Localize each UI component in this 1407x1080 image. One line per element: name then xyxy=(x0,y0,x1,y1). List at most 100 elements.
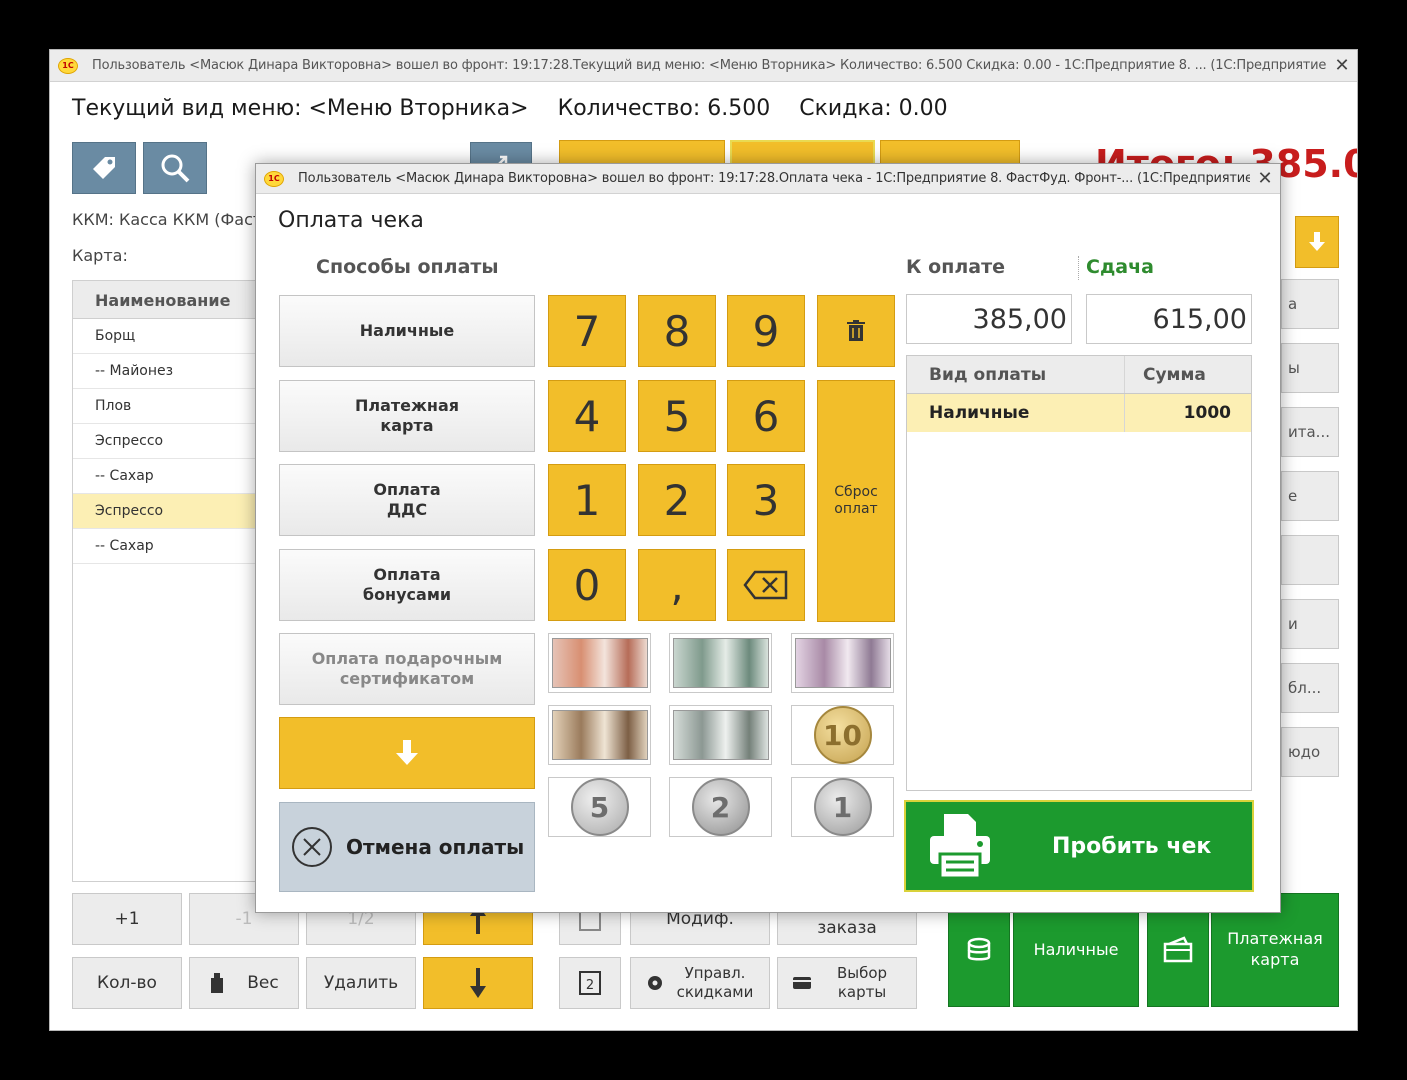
coin-5-icon: 5 xyxy=(570,778,629,836)
wallet-icon xyxy=(1163,936,1193,963)
key-3[interactable]: 3 xyxy=(727,464,805,536)
banknote-500-button[interactable] xyxy=(791,633,894,693)
card-label: Карта: xyxy=(72,246,128,265)
table-row[interactable]: Наличные 1000 xyxy=(907,394,1251,432)
bonus-method-button[interactable]: Оплата бонусами xyxy=(279,549,535,621)
right-button-4[interactable]: е xyxy=(1281,471,1339,521)
banknote-1000-icon xyxy=(672,638,769,688)
order-table-header: Наименование xyxy=(73,281,271,319)
discount-value: Скидка: 0.00 xyxy=(799,96,948,121)
tag-icon xyxy=(93,157,115,179)
key-7[interactable]: 7 xyxy=(548,295,626,367)
coin-10-button[interactable]: 10 xyxy=(791,705,894,765)
doc-2-button[interactable]: 2 xyxy=(559,957,621,1009)
weight-button[interactable]: Вес xyxy=(189,957,299,1009)
coin-2-button[interactable]: 2 xyxy=(669,777,772,837)
banknote-1000-button[interactable] xyxy=(669,633,772,693)
table-row[interactable]: Плов xyxy=(73,389,271,424)
print-receipt-button[interactable]: Пробить чек xyxy=(904,800,1254,892)
right-button-3[interactable]: ита... xyxy=(1281,407,1339,457)
coin-1-button[interactable]: 1 xyxy=(791,777,894,837)
scroll-down-button[interactable] xyxy=(1295,216,1339,268)
cancel-circle-icon xyxy=(292,827,332,867)
key-9[interactable]: 9 xyxy=(727,295,805,367)
cash-method-button[interactable]: Наличные xyxy=(279,295,535,367)
table-row[interactable]: Эспрессо xyxy=(73,424,271,459)
card-select-button[interactable]: Выбор карты xyxy=(777,957,917,1009)
gift-certificate-method-button[interactable]: Оплата подарочным сертификатом xyxy=(279,633,535,705)
payment-type-cell: Наличные xyxy=(907,394,1125,432)
banknote-5000-button[interactable] xyxy=(548,633,651,693)
dialog-title: Пользователь <Масюк Динара Викторовна> в… xyxy=(298,171,1250,186)
search-button[interactable] xyxy=(143,142,207,194)
1c-logo-icon: 1С xyxy=(58,57,78,74)
current-menu: Текущий вид меню: <Меню Вторника> xyxy=(72,96,529,121)
key-comma[interactable]: , xyxy=(638,549,716,621)
col-payment-type: Вид оплаты xyxy=(907,356,1125,393)
right-button-8[interactable]: юдо xyxy=(1281,727,1339,777)
key-6[interactable]: 6 xyxy=(727,380,805,452)
reset-payments-button[interactable]: Сброс оплат xyxy=(817,380,895,622)
col-sum: Сумма xyxy=(1143,364,1206,385)
right-button-2[interactable]: ы xyxy=(1281,343,1339,393)
table-row[interactable]: -- Сахар xyxy=(73,529,271,564)
coins-icon xyxy=(967,937,991,961)
gear-icon xyxy=(648,976,662,990)
banknote-50-button[interactable] xyxy=(669,705,772,765)
dialog-close-icon[interactable]: ✕ xyxy=(1250,168,1280,189)
coin-5-button[interactable]: 5 xyxy=(548,777,651,837)
discount-management-button[interactable]: Управл. скидками xyxy=(630,957,770,1009)
table-row[interactable]: -- Майонез xyxy=(73,354,271,389)
table-row[interactable]: Борщ xyxy=(73,319,271,354)
printer-icon xyxy=(930,814,990,880)
svg-text:2: 2 xyxy=(586,978,594,993)
more-methods-button[interactable] xyxy=(279,717,535,789)
key-0[interactable]: 0 xyxy=(548,549,626,621)
arrow-down-icon xyxy=(396,740,418,765)
right-button-1[interactable]: а xyxy=(1281,279,1339,329)
dds-method-button[interactable]: Оплата ДДС xyxy=(279,464,535,536)
coin-2-icon: 2 xyxy=(691,778,750,836)
banknote-500-icon xyxy=(794,638,891,688)
tag-button[interactable] xyxy=(72,142,136,194)
cancel-payment-button[interactable]: Отмена оплаты xyxy=(279,802,535,892)
right-button-5[interactable] xyxy=(1281,535,1339,585)
key-1[interactable]: 1 xyxy=(548,464,626,536)
backspace-icon xyxy=(743,570,788,600)
quantity-value: Количество: 6.500 xyxy=(557,96,771,121)
table-row-selected[interactable]: Эспрессо xyxy=(73,494,271,529)
right-button-7[interactable]: бл... xyxy=(1281,663,1339,713)
close-icon[interactable]: ✕ xyxy=(1327,55,1357,76)
right-button-6[interactable]: и xyxy=(1281,599,1339,649)
move-down-button[interactable] xyxy=(423,957,533,1009)
table-row[interactable]: -- Сахар xyxy=(73,459,271,494)
order-table: Наименование Борщ -- Майонез Плов Эспрес… xyxy=(72,280,272,882)
arrow-down-icon xyxy=(1309,232,1325,251)
key-8[interactable]: 8 xyxy=(638,295,716,367)
to-pay-field: 385,00 xyxy=(906,294,1072,344)
payment-sum-cell: 1000 xyxy=(1183,403,1231,423)
quantity-button[interactable]: Кол-во xyxy=(72,957,182,1009)
discount-management-label: Управл. скидками xyxy=(676,963,754,1002)
banknote-100-button[interactable] xyxy=(548,705,651,765)
plus-one-button[interactable]: +1 xyxy=(72,893,182,945)
payment-methods-label: Способы оплаты xyxy=(316,256,499,278)
key-5[interactable]: 5 xyxy=(638,380,716,452)
card-method-button[interactable]: Платежная карта xyxy=(279,380,535,452)
1c-logo-icon: 1С xyxy=(264,170,284,187)
backspace-button[interactable] xyxy=(727,549,805,621)
order-label: заказа xyxy=(817,918,877,938)
cancel-payment-label: Отмена оплаты xyxy=(346,835,525,859)
payment-dialog: 1С Пользователь <Масюк Динара Викторовна… xyxy=(255,163,1281,913)
trash-icon xyxy=(847,320,865,341)
clear-button[interactable] xyxy=(817,295,895,367)
banknote-5000-icon xyxy=(551,638,648,688)
key-4[interactable]: 4 xyxy=(548,380,626,452)
main-window-title: Пользователь <Масюк Динара Викторовна> в… xyxy=(92,58,1327,73)
dialog-heading: Оплата чека xyxy=(278,208,424,233)
search-icon xyxy=(161,154,190,183)
key-2[interactable]: 2 xyxy=(638,464,716,536)
coin-10-icon: 10 xyxy=(813,706,872,764)
change-label: Сдача xyxy=(1086,256,1154,278)
delete-button[interactable]: Удалить xyxy=(306,957,416,1009)
